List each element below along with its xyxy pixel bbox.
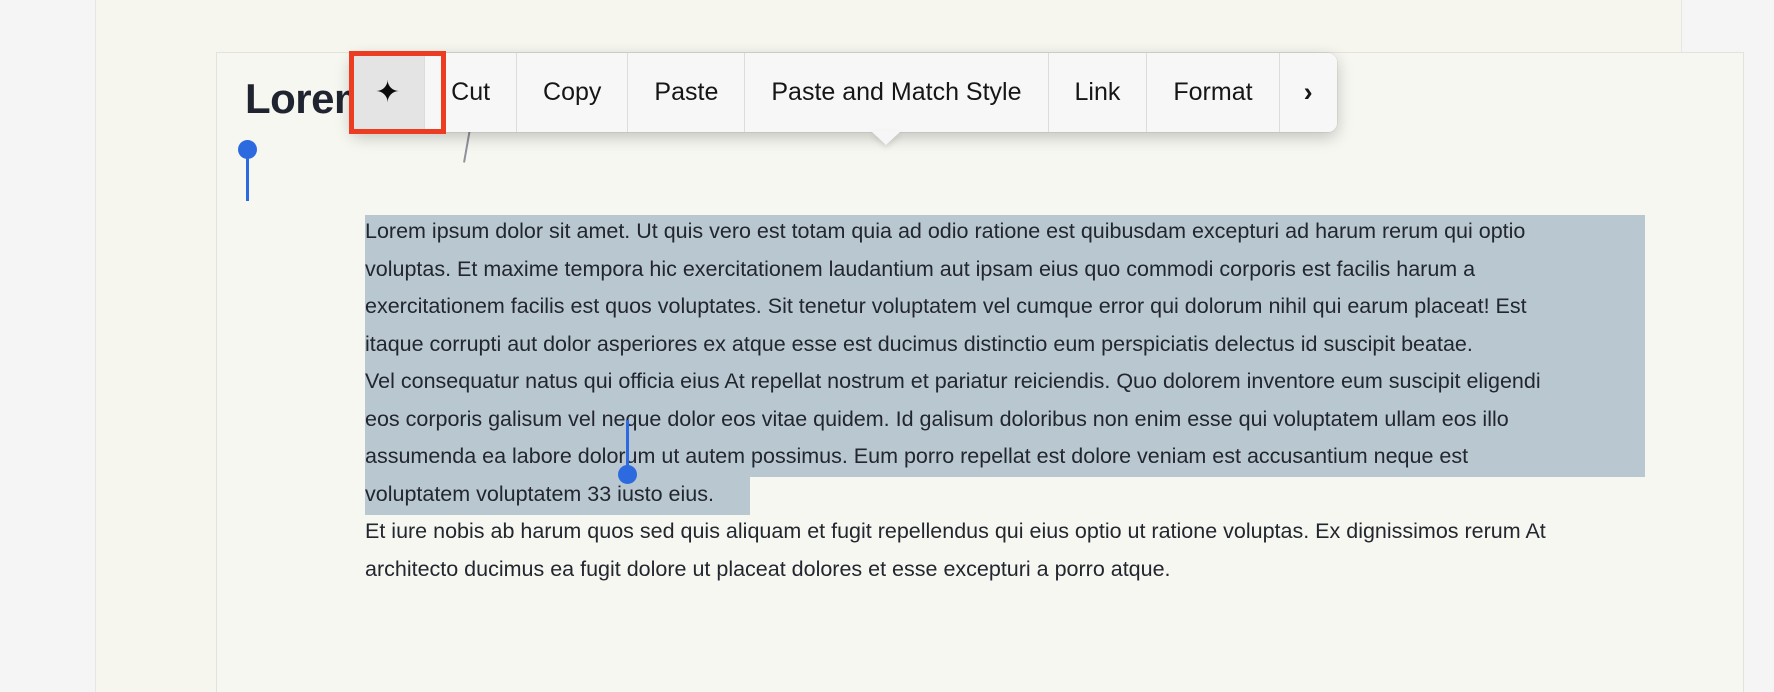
- text-line: architecto ducimus ea fugit dolore ut pl…: [365, 556, 1171, 581]
- text-line: Vel consequatur natus qui officia eius A…: [365, 369, 1541, 393]
- document-card: Lorem Lorem ipsum dolor sit amet. Ut qui…: [216, 52, 1744, 692]
- text-line: voluptatem voluptatem 33 iusto eius.: [365, 481, 714, 506]
- ai-sparkle-icon: ✦: [375, 75, 401, 109]
- text-line: voluptas. Et maxime tempora hic exercita…: [365, 256, 1476, 281]
- document-page-surface: Lorem Lorem ipsum dolor sit amet. Ut qui…: [95, 0, 1744, 692]
- text-line: exercitationem facilis est quos voluptat…: [365, 294, 1527, 318]
- context-menu-item-copy[interactable]: Copy: [517, 53, 629, 132]
- context-menu-tail: [871, 131, 901, 145]
- context-menu-item-paste-and-match-style[interactable]: Paste and Match Style: [745, 53, 1049, 132]
- selection-handle-knob[interactable]: [618, 465, 637, 484]
- context-menu-item-link[interactable]: Link: [1048, 53, 1148, 132]
- context-menu-item-cut[interactable]: Cut: [425, 53, 518, 132]
- context-menu[interactable]: ✦ Cut Copy Paste Paste and Match Style L…: [351, 53, 1337, 132]
- context-menu-item-ai-sparkle[interactable]: ✦: [351, 53, 426, 132]
- paragraph-unselected[interactable]: Et iure nobis ab harum quos sed quis ali…: [365, 513, 1665, 588]
- app-root: Lorem Lorem ipsum dolor sit amet. Ut qui…: [0, 0, 1774, 692]
- text-line: Et iure nobis ab harum quos sed quis ali…: [365, 519, 1546, 543]
- text-line: assumenda ea labore dolorum ut autem pos…: [365, 444, 1469, 468]
- context-menu-item-paste[interactable]: Paste: [628, 53, 746, 132]
- paragraph-selected[interactable]: Lorem ipsum dolor sit amet. Ut quis vero…: [365, 213, 1665, 513]
- text-line: eos corporis galisum vel neque dolor eos…: [365, 406, 1509, 431]
- selection-handle-knob[interactable]: [238, 140, 257, 159]
- context-menu-item-format[interactable]: Format: [1147, 53, 1280, 132]
- text-line: Lorem ipsum dolor sit amet. Ut quis vero…: [365, 219, 1526, 243]
- text-line: itaque corrupti aut dolor asperiores ex …: [365, 331, 1473, 356]
- context-menu-more-chevron-right-icon[interactable]: ›: [1279, 53, 1337, 132]
